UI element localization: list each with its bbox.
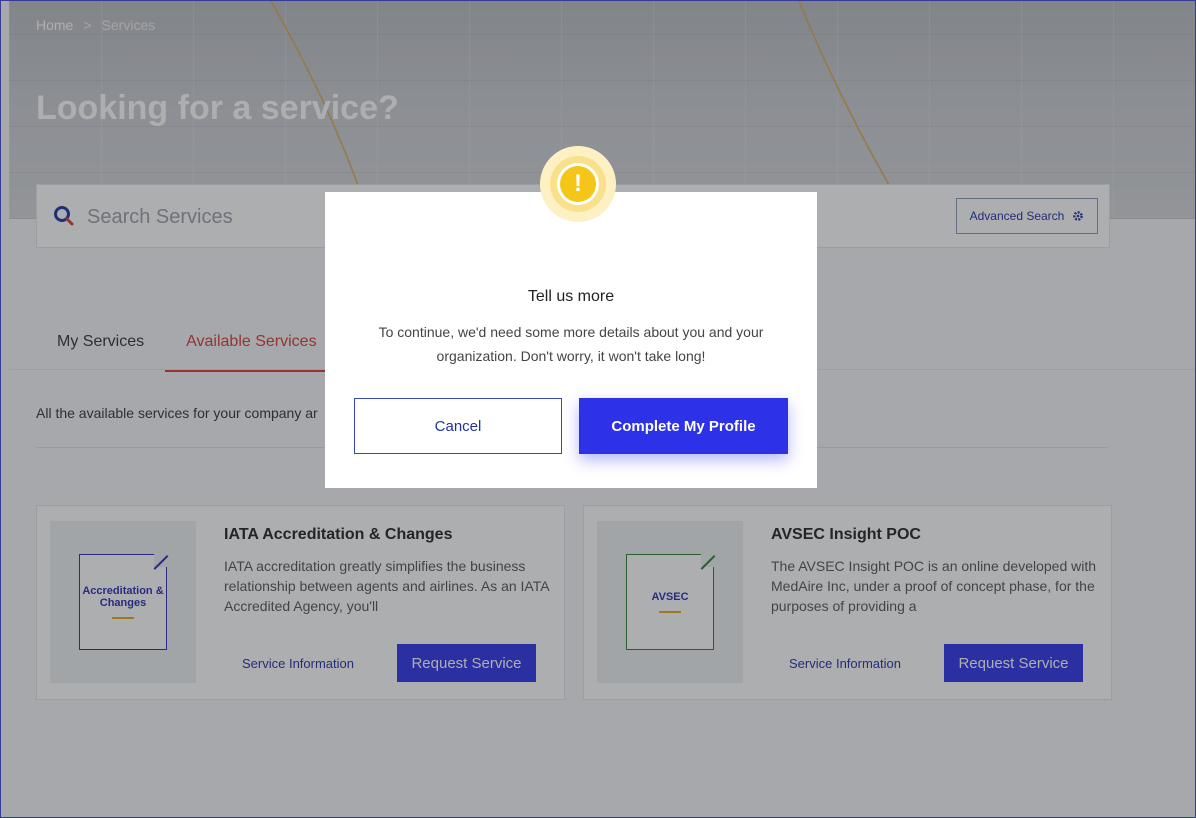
modal-title: Tell us more <box>527 288 615 305</box>
exclamation-icon: ! <box>560 166 596 202</box>
warning-badge-core: ! <box>557 163 599 205</box>
warning-badge: ! <box>540 146 616 222</box>
cancel-button[interactable]: Cancel <box>354 398 562 454</box>
warning-badge-ring: ! <box>550 156 606 212</box>
profile-modal: Tell us more To continue, we'd need some… <box>325 192 817 488</box>
complete-profile-button[interactable]: Complete My Profile <box>579 398 788 454</box>
modal-message: To continue, we'd need some more details… <box>378 324 764 364</box>
